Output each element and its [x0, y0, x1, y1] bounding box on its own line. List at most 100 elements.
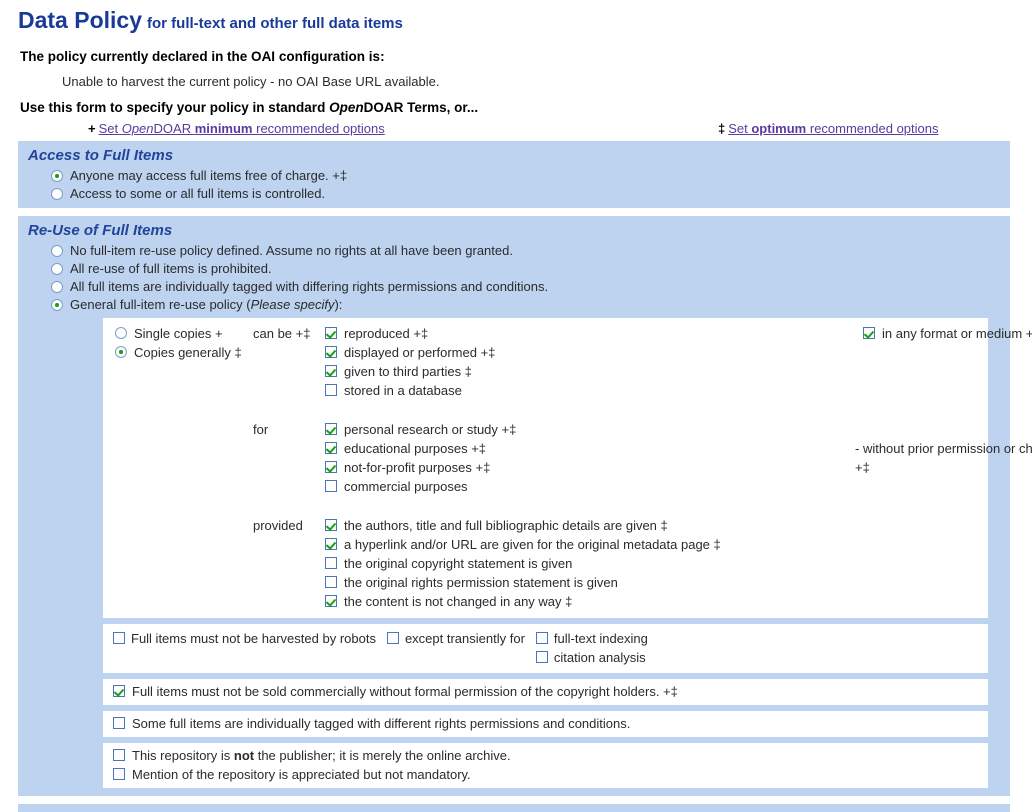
checkbox-not-for-profit-purposes[interactable]	[325, 461, 337, 474]
robots-harvesting-panel: Full items must not be harvested by robo…	[103, 624, 988, 674]
reuse-option-individually-tagged[interactable]: All full items are individually tagged w…	[18, 278, 1010, 296]
provided-option-copyright-statement-label: the original copyright statement is give…	[344, 556, 573, 572]
provided-option-authors-title-label: the authors, title and full bibliographi…	[344, 518, 668, 534]
robots-sub-citation-analysis[interactable]: citation analysis	[535, 648, 659, 667]
publisher-note-a: This repository is	[132, 748, 234, 764]
publisher-notes-panel: This repository is not the publisher; it…	[103, 743, 988, 789]
general-policy-text-b: ):	[334, 297, 343, 313]
radio-copies-generally[interactable]	[115, 346, 127, 359]
checkbox-mention-of-repository[interactable]	[113, 768, 125, 781]
for-option-commercial[interactable]: commercial purposes	[325, 477, 988, 496]
double-dagger-marker-icon: ‡	[718, 121, 726, 137]
grid-spacer-left-provided	[103, 496, 253, 516]
checkbox-reproduced[interactable]	[325, 327, 337, 340]
reuse-option-general-policy[interactable]: General full-item re-use policy (Please …	[18, 296, 1010, 314]
radio-single-copies[interactable]	[115, 327, 127, 340]
checkbox-original-rights-permission-statement[interactable]	[325, 576, 337, 589]
can-be-option-displayed[interactable]: displayed or performed +‡	[325, 343, 988, 362]
radio-reuse-none[interactable]	[51, 245, 63, 258]
provided-option-authors-title[interactable]: the authors, title and full bibliographi…	[325, 516, 988, 535]
publisher-note-archive-label: This repository is not the publisher; it…	[125, 746, 511, 765]
checkbox-citation-analysis[interactable]	[535, 651, 548, 664]
format-option-any-medium[interactable]: in any format or medium +‡	[863, 324, 1032, 343]
copies-option-single[interactable]: Single copies +	[115, 324, 253, 343]
connector-for: for	[253, 422, 269, 438]
general-policy-text-em: Please specify	[250, 297, 335, 313]
set-minimum-recommended-options-link[interactable]: Set OpenDOAR minimum recommended options	[99, 121, 385, 136]
link-opt-c: recommended options	[806, 121, 939, 137]
link-min-em: Open	[121, 121, 154, 137]
radio-reuse-individually-tagged[interactable]	[51, 281, 63, 294]
publisher-note-bold: not	[233, 748, 255, 764]
link-min-c: recommended options	[252, 121, 385, 137]
checkbox-not-harvested-by-robots[interactable]	[113, 632, 125, 645]
for-option-not-for-profit[interactable]: not-for-profit purposes +‡	[325, 458, 988, 477]
checkbox-full-text-indexing[interactable]	[535, 632, 548, 645]
checkbox-except-transiently-for[interactable]	[386, 632, 399, 645]
access-to-full-items-panel: Access to Full Items Anyone may access f…	[18, 141, 1010, 209]
commercial-sale-panel: Full items must not be sold commercially…	[103, 679, 988, 706]
set-optimum-recommended-options-link[interactable]: Set optimum recommended options	[728, 121, 938, 136]
checkbox-in-any-format-or-medium[interactable]	[863, 327, 875, 340]
page-title: Data Policy for full-text and other full …	[18, 7, 1032, 33]
checkbox-original-copyright-statement[interactable]	[325, 557, 337, 570]
can-be-option-stored-database[interactable]: stored in a database	[325, 381, 988, 400]
for-options-column: personal research or study +‡ educationa…	[325, 400, 1032, 496]
robots-main-label: Full items must not be harvested by robo…	[131, 631, 376, 647]
checkbox-some-items-individually-tagged[interactable]	[113, 717, 125, 730]
checkbox-hyperlink-url[interactable]	[325, 538, 337, 551]
checkbox-displayed-or-performed[interactable]	[325, 346, 337, 359]
radio-access-controlled[interactable]	[51, 188, 63, 201]
provided-option-rights-statement[interactable]: the original rights permission statement…	[325, 573, 988, 592]
radio-access-anyone[interactable]	[51, 170, 63, 183]
checkbox-commercial-purposes[interactable]	[325, 480, 337, 493]
provided-option-copyright-statement[interactable]: the original copyright statement is give…	[325, 554, 988, 573]
declared-policy-label: The policy currently declared in the OAI…	[20, 49, 385, 65]
checkbox-repository-not-publisher[interactable]	[113, 749, 125, 762]
reuse-option-prohibited[interactable]: All re-use of full items is prohibited.	[18, 260, 1010, 278]
access-option-anyone-label: Anyone may access full items free of cha…	[70, 168, 348, 184]
publisher-note-mention-row[interactable]: Mention of the repository is appreciated…	[113, 765, 988, 784]
publisher-note-archive-row[interactable]: This repository is not the publisher; it…	[113, 746, 988, 765]
checkbox-educational-purposes[interactable]	[325, 442, 337, 455]
provided-option-rights-statement-label: the original rights permission statement…	[344, 575, 618, 591]
can-be-option-given-third-parties[interactable]: given to third parties ‡	[325, 362, 988, 381]
reuse-option-none[interactable]: No full-item re-use policy defined. Assu…	[18, 242, 1010, 260]
footer-panel	[18, 804, 1010, 812]
policy-detail-grid: Single copies + Copies generally ‡ can b…	[103, 324, 1032, 611]
reuse-section-title: Re-Use of Full Items	[28, 222, 173, 240]
checkbox-not-sold-commercially[interactable]	[113, 685, 125, 698]
for-option-personal-research-label: personal research or study +‡	[344, 422, 517, 438]
page-title-sub: for full-text and other full data items	[147, 15, 403, 32]
access-option-controlled-label: Access to some or all full items is cont…	[70, 186, 326, 202]
checkbox-personal-research-or-study[interactable]	[325, 423, 337, 436]
provided-option-content-unchanged[interactable]: the content is not changed in any way ‡	[325, 592, 988, 611]
checkbox-authors-title-bibliographic[interactable]	[325, 519, 337, 532]
provided-option-hyperlink-label: a hyperlink and/or URL are given for the…	[344, 537, 721, 553]
publisher-note-mention-label: Mention of the repository is appreciated…	[132, 767, 471, 783]
can-be-option-stored-database-label: stored in a database	[344, 383, 462, 399]
tagged-items-row[interactable]: Some full items are individually tagged …	[113, 714, 988, 733]
radio-reuse-general-policy[interactable]	[51, 299, 63, 312]
commercial-sale-row[interactable]: Full items must not be sold commercially…	[113, 682, 988, 701]
can-be-option-displayed-label: displayed or performed +‡	[344, 345, 496, 361]
copies-option-single-label: Single copies +	[134, 326, 223, 342]
for-option-personal-research[interactable]: personal research or study +‡	[325, 420, 988, 439]
checkbox-stored-in-a-database[interactable]	[325, 384, 337, 397]
checkbox-given-to-third-parties[interactable]	[325, 365, 337, 378]
checkbox-content-not-changed[interactable]	[325, 595, 337, 608]
radio-reuse-prohibited[interactable]	[51, 263, 63, 276]
declared-policy-block: The policy currently declared in the OAI…	[18, 49, 1032, 115]
access-option-anyone[interactable]: Anyone may access full items free of cha…	[18, 167, 1010, 185]
provided-option-hyperlink[interactable]: a hyperlink and/or URL are given for the…	[325, 535, 988, 554]
reuse-option-none-label: No full-item re-use policy defined. Assu…	[70, 243, 513, 259]
robots-except-label: except transiently for	[404, 631, 525, 647]
link-opt-bold: optimum	[751, 121, 807, 137]
robots-sub-full-text-indexing[interactable]: full-text indexing	[535, 629, 659, 648]
access-option-controlled[interactable]: Access to some or all full items is cont…	[18, 185, 1010, 208]
can-be-option-reproduced-label: reproduced +‡	[344, 326, 429, 342]
can-be-option-given-third-parties-label: given to third parties ‡	[344, 364, 472, 380]
copies-option-generally[interactable]: Copies generally ‡	[115, 343, 253, 362]
link-min-a: Set	[98, 121, 122, 137]
general-policy-text-a: General full-item re-use policy (	[70, 297, 251, 313]
